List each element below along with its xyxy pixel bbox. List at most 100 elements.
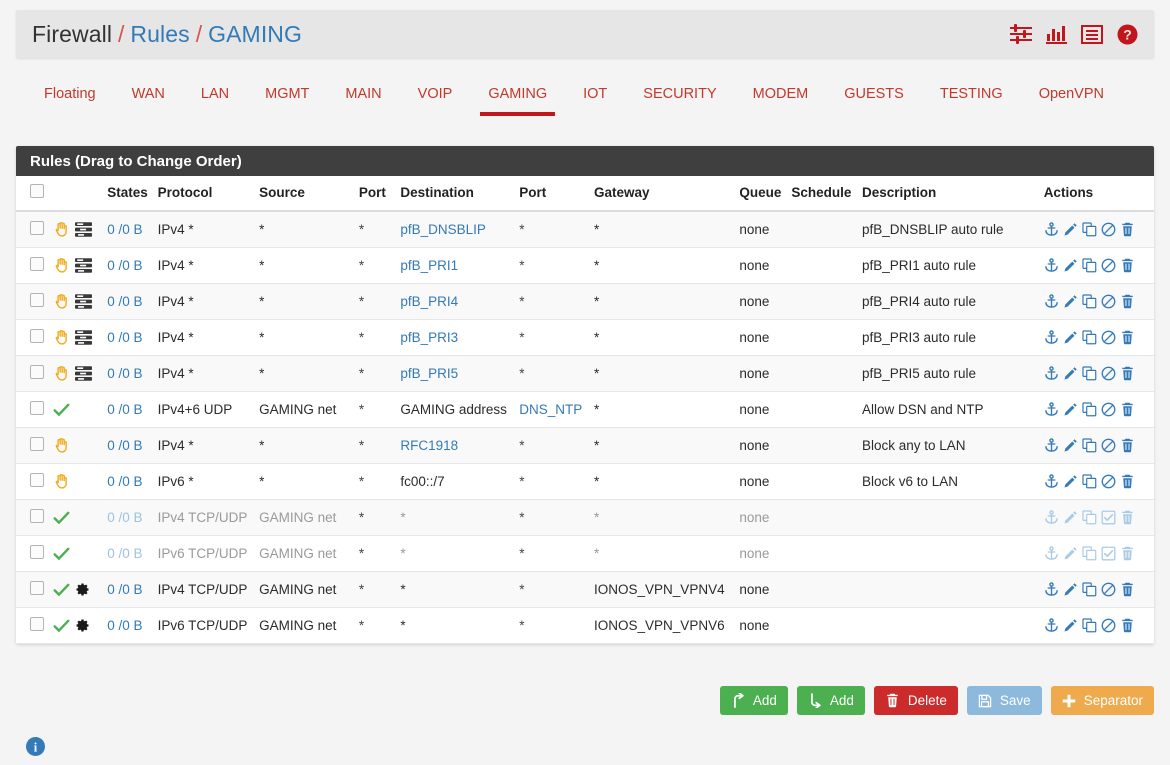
add-down-button[interactable]: Add (796, 686, 865, 715)
tab-iot[interactable]: IOT (565, 78, 625, 116)
pencil-icon[interactable] (1063, 222, 1078, 237)
pencil-icon[interactable] (1063, 510, 1078, 525)
pencil-icon[interactable] (1063, 258, 1078, 273)
anchor-icon[interactable] (1044, 330, 1059, 345)
tab-floating[interactable]: Floating (26, 78, 114, 116)
pencil-icon[interactable] (1063, 294, 1078, 309)
row-select-checkbox[interactable] (30, 509, 44, 523)
trash-icon[interactable] (1120, 438, 1135, 453)
help-circle-icon[interactable]: ? (1117, 24, 1138, 45)
list-table-icon[interactable] (1081, 24, 1103, 44)
anchor-icon[interactable] (1044, 222, 1059, 237)
ban-icon[interactable] (1101, 474, 1116, 489)
trash-icon[interactable] (1120, 546, 1135, 561)
anchor-icon[interactable] (1044, 510, 1059, 525)
anchor-icon[interactable] (1044, 618, 1059, 633)
row-select-checkbox[interactable] (30, 617, 44, 631)
copy-icon[interactable] (1082, 258, 1097, 273)
save-button[interactable]: Save (966, 686, 1042, 715)
pencil-icon[interactable] (1063, 582, 1078, 597)
row-select-checkbox[interactable] (30, 401, 44, 415)
ban-icon[interactable] (1101, 222, 1116, 237)
trash-icon[interactable] (1120, 582, 1135, 597)
anchor-icon[interactable] (1044, 366, 1059, 381)
anchor-icon[interactable] (1044, 294, 1059, 309)
ban-icon[interactable] (1101, 402, 1116, 417)
info-circle-icon[interactable]: i (26, 737, 45, 756)
table-row[interactable]: 0 /0 B IPv4+6 UDP GAMING net * GAMING addres… (16, 391, 1154, 428)
pencil-icon[interactable] (1063, 438, 1078, 453)
ban-icon[interactable] (1101, 618, 1116, 633)
trash-icon[interactable] (1120, 618, 1135, 633)
copy-icon[interactable] (1082, 294, 1097, 309)
table-row[interactable]: 0 /0 B IPv4 * * * pfB_DNSBLIP * * none pfB_DNSBL… (16, 211, 1154, 248)
tab-mgmt[interactable]: MGMT (247, 78, 327, 116)
anchor-icon[interactable] (1044, 402, 1059, 417)
bar-chart-icon[interactable] (1046, 24, 1067, 44)
trash-icon[interactable] (1120, 330, 1135, 345)
ban-icon[interactable] (1101, 582, 1116, 597)
tab-openvpn[interactable]: OpenVPN (1021, 78, 1122, 116)
copy-icon[interactable] (1082, 438, 1097, 453)
tab-testing[interactable]: TESTING (922, 78, 1021, 116)
row-select-checkbox[interactable] (30, 473, 44, 487)
trash-icon[interactable] (1120, 402, 1135, 417)
table-row[interactable]: 0 /0 B IPv4 TCP/UDP GAMING net * * * IONOS_VPN… (16, 571, 1154, 608)
table-row[interactable]: 0 /0 B IPv4 * * * pfB_PRI5 * * none pfB_PRI5 aut… (16, 355, 1154, 392)
pencil-icon[interactable] (1063, 474, 1078, 489)
trash-icon[interactable] (1120, 258, 1135, 273)
table-row[interactable]: 0 /0 B IPv4 * * * pfB_PRI4 * * none pfB_PRI4 aut… (16, 283, 1154, 320)
tab-main[interactable]: MAIN (327, 78, 399, 116)
copy-icon[interactable] (1082, 330, 1097, 345)
pencil-icon[interactable] (1063, 546, 1078, 561)
copy-icon[interactable] (1082, 510, 1097, 525)
row-select-checkbox[interactable] (30, 293, 44, 307)
row-select-checkbox[interactable] (30, 365, 44, 379)
separator-button[interactable]: Separator (1050, 686, 1154, 715)
copy-icon[interactable] (1082, 582, 1097, 597)
copy-icon[interactable] (1082, 366, 1097, 381)
delete-button[interactable]: Delete (873, 686, 958, 715)
trash-icon[interactable] (1120, 222, 1135, 237)
select-all-checkbox[interactable] (30, 184, 44, 198)
row-select-checkbox[interactable] (30, 545, 44, 559)
row-select-checkbox[interactable] (30, 329, 44, 343)
add-up-button[interactable]: Add (719, 686, 788, 715)
tab-gaming[interactable]: GAMING (470, 78, 565, 116)
copy-icon[interactable] (1082, 402, 1097, 417)
row-select-checkbox[interactable] (30, 221, 44, 235)
trash-icon[interactable] (1120, 474, 1135, 489)
pencil-icon[interactable] (1063, 402, 1078, 417)
anchor-icon[interactable] (1044, 474, 1059, 489)
row-select-checkbox[interactable] (30, 581, 44, 595)
table-row[interactable]: 0 /0 B IPv6 * * * fc00::/7 * * none Block v6 to … (16, 463, 1154, 500)
trash-icon[interactable] (1120, 510, 1135, 525)
trash-icon[interactable] (1120, 294, 1135, 309)
anchor-icon[interactable] (1044, 438, 1059, 453)
tab-voip[interactable]: VOIP (400, 78, 471, 116)
sliders-icon[interactable] (1010, 24, 1032, 44)
table-row[interactable]: 0 /0 B IPv4 TCP/UDP GAMING net * * * * none (16, 499, 1154, 536)
tab-modem[interactable]: MODEM (735, 78, 827, 116)
pencil-icon[interactable] (1063, 330, 1078, 345)
tab-security[interactable]: SECURITY (625, 78, 734, 116)
anchor-icon[interactable] (1044, 546, 1059, 561)
trash-icon[interactable] (1120, 366, 1135, 381)
check-square-icon[interactable] (1101, 510, 1116, 525)
anchor-icon[interactable] (1044, 258, 1059, 273)
breadcrumb-section[interactable]: Rules (130, 21, 189, 48)
tab-lan[interactable]: LAN (183, 78, 247, 116)
row-select-checkbox[interactable] (30, 257, 44, 271)
copy-icon[interactable] (1082, 618, 1097, 633)
pencil-icon[interactable] (1063, 366, 1078, 381)
copy-icon[interactable] (1082, 222, 1097, 237)
table-row[interactable]: 0 /0 B IPv4 * * * pfB_PRI3 * * none pfB_PRI3 aut… (16, 319, 1154, 356)
table-row[interactable]: 0 /0 B IPv6 TCP/UDP GAMING net * * * IONOS_VPN… (16, 607, 1154, 644)
ban-icon[interactable] (1101, 366, 1116, 381)
ban-icon[interactable] (1101, 330, 1116, 345)
ban-icon[interactable] (1101, 438, 1116, 453)
tab-guests[interactable]: GUESTS (826, 78, 922, 116)
table-row[interactable]: 0 /0 B IPv6 TCP/UDP GAMING net * * * * none (16, 535, 1154, 572)
ban-icon[interactable] (1101, 294, 1116, 309)
breadcrumb-page[interactable]: GAMING (208, 21, 302, 48)
